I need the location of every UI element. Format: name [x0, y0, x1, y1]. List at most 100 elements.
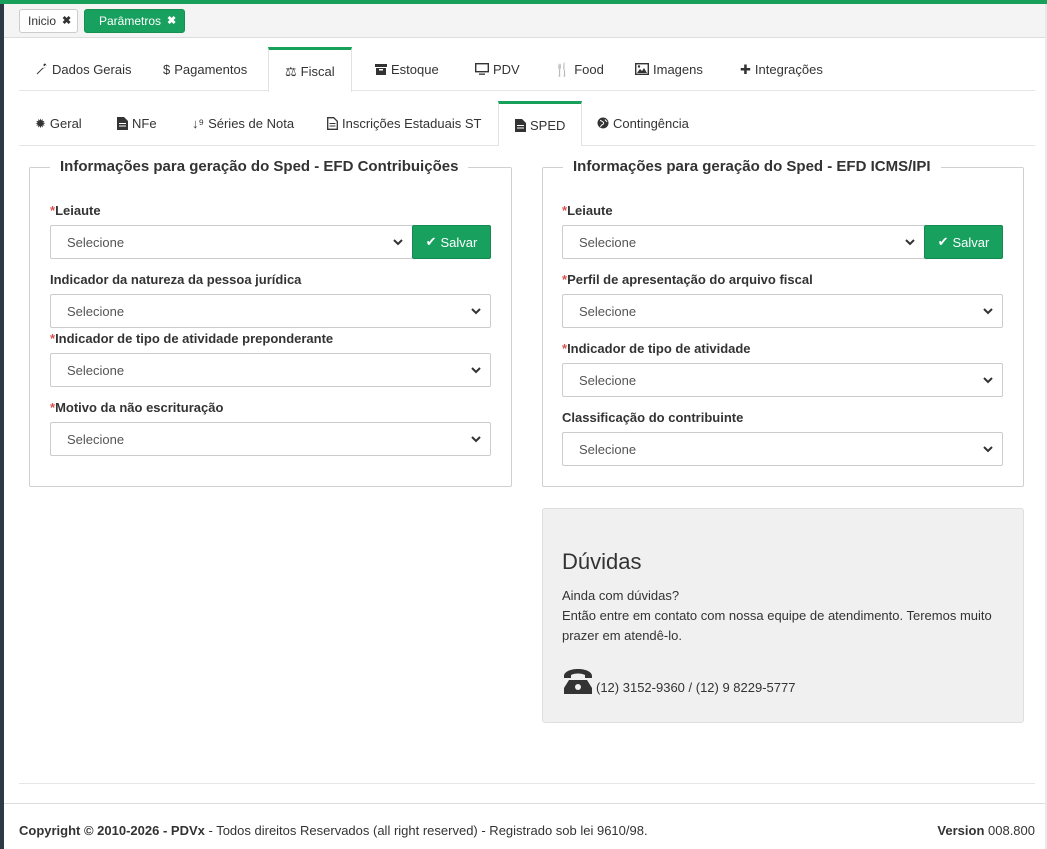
field-label-motivo: *Motivo da não escrituração — [50, 400, 224, 415]
panel-title: Informações para geração do Sped - EFD C… — [50, 158, 469, 175]
select-value: Selecione — [579, 441, 637, 457]
nav-pagamentos[interactable]: $ Pagamentos — [147, 47, 263, 91]
tipo-atividade-select[interactable]: Selecione — [562, 363, 1003, 397]
subnav-label: Inscrições Estaduais ST — [342, 115, 482, 131]
chevron-down-icon — [905, 239, 915, 246]
tab-parametros[interactable]: Parâmetros ✖ — [84, 9, 185, 33]
efd-contribuicoes-panel: Informações para geração do Sped - EFD C… — [29, 158, 512, 487]
file-icon — [117, 116, 128, 130]
main-nav: Dados Gerais $ Pagamentos ⚖ Fiscal Estoq… — [19, 47, 1035, 92]
field-label-leiaute: *Leiaute — [562, 203, 613, 218]
classificacao-contribuinte-select[interactable]: Selecione — [562, 432, 1003, 466]
nav-food[interactable]: 🍴 Food — [538, 47, 620, 91]
close-icon[interactable]: ✖ — [62, 10, 71, 32]
open-tabs-bar: Inicio ✖ Parâmetros ✖ — [4, 4, 1045, 38]
chevron-down-icon — [983, 308, 993, 315]
subnav-sped[interactable]: SPED — [498, 101, 583, 146]
select-value: Selecione — [67, 303, 125, 319]
nav-label: Food — [574, 61, 604, 77]
field-label-classificacao: Classificação do contribuinte — [562, 410, 744, 425]
close-icon[interactable]: ✖ — [167, 10, 176, 32]
natureza-pessoa-juridica-select[interactable]: Selecione — [50, 294, 491, 328]
help-line-2: Então entre em contato com nossa equipe … — [562, 608, 992, 643]
chevron-down-icon — [983, 446, 993, 453]
nav-label: Dados Gerais — [52, 61, 132, 77]
nav-estoque[interactable]: Estoque — [359, 47, 455, 91]
nav-integracoes[interactable]: ✚ Integrações — [724, 47, 839, 91]
dollar-icon: $ — [163, 61, 171, 77]
chevron-down-icon — [983, 377, 993, 384]
subnav-label: Séries de Nota — [208, 115, 295, 131]
select-value: Selecione — [67, 362, 125, 378]
nav-label: Fiscal — [300, 63, 335, 79]
subnav-geral[interactable]: ✹ Geral — [19, 101, 98, 145]
tab-parametros-label: Parâmetros — [99, 14, 162, 28]
perfil-apresentacao-select[interactable]: Selecione — [562, 294, 1003, 328]
efd-icms-ipi-panel: Informações para geração do Sped - EFD I… — [542, 158, 1024, 487]
field-label-natureza: Indicador da natureza da pessoa jurídica — [50, 272, 302, 287]
phone-numbers: (12) 3152-9360 / (12) 9 8229-5777 — [596, 680, 796, 695]
tipo-atividade-preponderante-select[interactable]: Selecione — [50, 353, 491, 387]
subnav-label: NFe — [132, 115, 157, 131]
divider — [19, 783, 1035, 784]
version: Version 008.800 — [937, 823, 1035, 838]
field-label-leiaute: *Leiaute — [50, 203, 101, 218]
chevron-down-icon — [471, 308, 481, 315]
nav-label: Pagamentos — [174, 61, 248, 77]
subnav-label: Contingência — [613, 115, 689, 131]
chevron-down-icon — [471, 436, 481, 443]
sort-numeric-icon: ↓⁹ — [192, 115, 205, 131]
image-icon — [635, 63, 649, 75]
puzzle-icon: ✚ — [740, 61, 751, 77]
gear-icon: ✹ — [35, 115, 46, 131]
tab-inicio-label: Inicio — [28, 14, 57, 28]
file-text-icon — [515, 118, 526, 132]
nav-label: Estoque — [391, 61, 439, 77]
select-value: Selecione — [67, 234, 125, 250]
help-phone: (12) 3152-9360 / (12) 9 8229-5777 — [562, 667, 795, 695]
chevron-down-icon — [471, 367, 481, 374]
save-button[interactable]: ✔ Salvar — [412, 225, 491, 259]
nav-label: Imagens — [653, 61, 703, 77]
help-title: Dúvidas — [562, 549, 642, 574]
nav-fiscal[interactable]: ⚖ Fiscal — [268, 47, 352, 92]
subnav-inscricoes-estaduais-st[interactable]: Inscrições Estaduais ST — [311, 101, 497, 145]
subnav-label: SPED — [530, 117, 566, 133]
save-label: Salvar — [952, 234, 990, 250]
version-value: 008.800 — [984, 823, 1035, 838]
nav-pdv[interactable]: PDV — [459, 47, 536, 91]
globe-icon — [597, 117, 609, 129]
field-label-tipo-atividade: *Indicador de tipo de atividade preponde… — [50, 331, 334, 346]
version-label: Version — [937, 823, 985, 838]
leiaute-select[interactable]: Selecione — [50, 225, 413, 259]
subnav-nfe[interactable]: NFe — [101, 101, 173, 145]
document-icon — [327, 116, 338, 130]
nav-label: PDV — [493, 61, 520, 77]
help-box: Dúvidas Ainda com dúvidas? Então entre e… — [542, 508, 1024, 723]
wrench-icon — [36, 62, 47, 74]
footer: Copyright © 2010-2026 - PDVx - Todos dir… — [4, 803, 1045, 849]
select-value: Selecione — [579, 303, 637, 319]
chevron-down-icon — [393, 239, 403, 246]
check-icon: ✔ — [425, 234, 437, 249]
subnav-series-de-nota[interactable]: ↓⁹ Séries de Nota — [176, 101, 310, 145]
save-button[interactable]: ✔ Salvar — [924, 225, 1003, 259]
motivo-nao-escrituracao-select[interactable]: Selecione — [50, 422, 491, 456]
save-label: Salvar — [440, 234, 478, 250]
help-line-1: Ainda com dúvidas? — [562, 588, 680, 603]
phone-icon — [564, 669, 592, 694]
copyright-bold: Copyright © 2010-2026 - PDVx — [19, 823, 205, 838]
tab-inicio[interactable]: Inicio ✖ — [19, 9, 78, 33]
monitor-icon — [475, 63, 489, 75]
panel-title: Informações para geração do Sped - EFD I… — [563, 158, 941, 175]
nav-imagens[interactable]: Imagens — [619, 47, 719, 91]
subnav-label: Geral — [49, 115, 82, 131]
leiaute-select[interactable]: Selecione — [562, 225, 925, 259]
field-label-perfil: *Perfil de apresentação do arquivo fisca… — [562, 272, 813, 287]
nav-dados-gerais[interactable]: Dados Gerais — [19, 47, 147, 91]
select-value: Selecione — [67, 431, 125, 447]
copyright-rest: - Todos direitos Reservados (all right r… — [204, 823, 648, 838]
subnav-contingencia[interactable]: Contingência — [581, 101, 705, 145]
help-text: Ainda com dúvidas? Então entre em contat… — [562, 586, 1012, 646]
nav-label: Integrações — [754, 61, 823, 77]
